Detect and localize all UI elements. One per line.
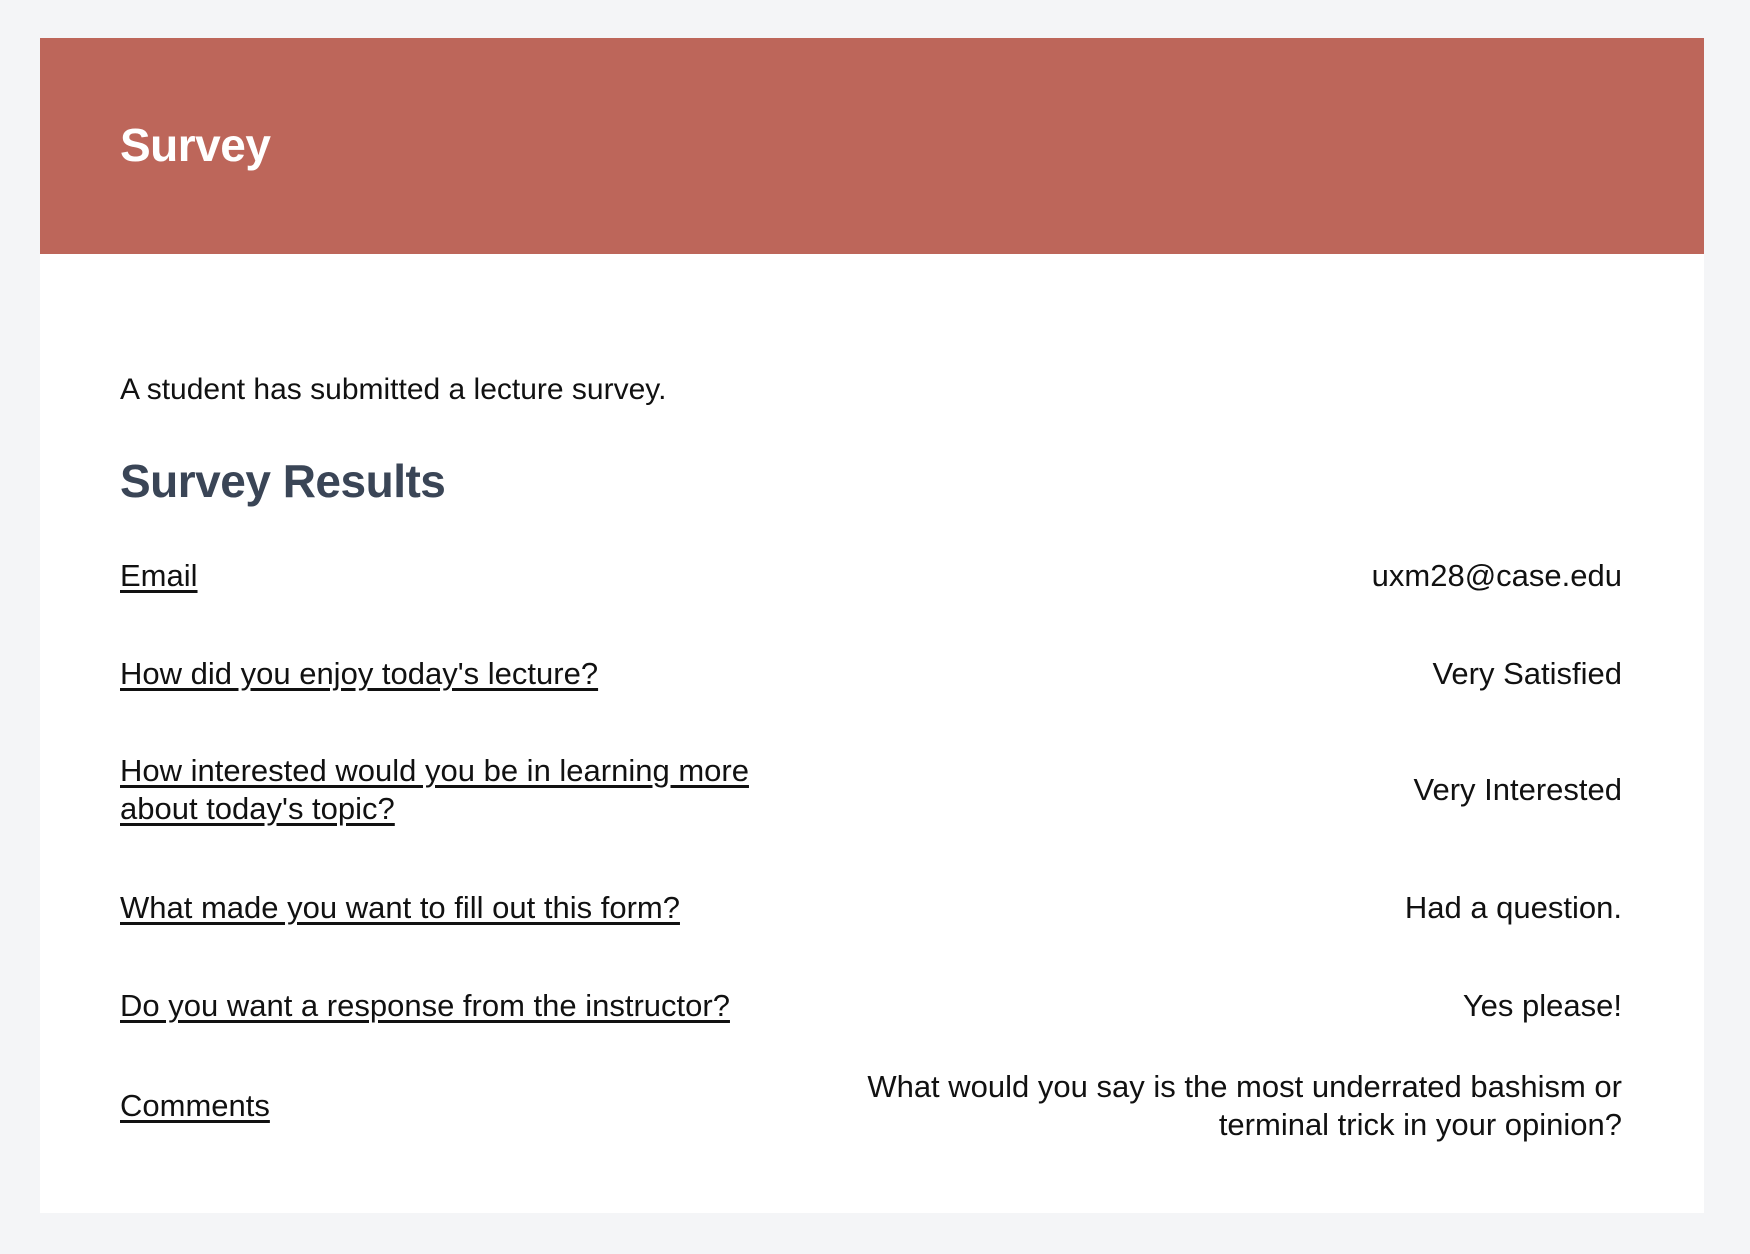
results-heading: Survey Results	[120, 455, 446, 507]
result-answer: Very Satisfied	[1432, 656, 1622, 691]
result-question: Email	[120, 558, 198, 593]
result-row-email: Email uxm28@case.edu	[120, 558, 1622, 594]
result-answer: Had a question.	[1404, 890, 1622, 925]
result-question: What made you want to fill out this form…	[120, 890, 680, 925]
result-question: How interested would you be in learning …	[120, 753, 749, 826]
result-row-interest: How interested would you be in learning …	[120, 752, 1622, 828]
header-banner: Survey	[40, 38, 1704, 254]
result-answer: What would you say is the most underrate…	[867, 1069, 1622, 1142]
result-answer: Very Interested	[1413, 772, 1622, 807]
result-row-motivation: What made you want to fill out this form…	[120, 890, 1622, 926]
result-answer: uxm28@case.edu	[1371, 558, 1622, 593]
result-question: Comments	[120, 1088, 270, 1123]
page-title: Survey	[120, 119, 271, 171]
result-row-response: Do you want a response from the instruct…	[120, 988, 1622, 1024]
result-answer: Yes please!	[1462, 988, 1622, 1023]
email-card: Survey A student has submitted a lecture…	[40, 38, 1704, 1213]
result-row-comments: Comments What would you say is the most …	[120, 1068, 1622, 1144]
result-row-enjoyment: How did you enjoy today's lecture? Very …	[120, 656, 1622, 692]
results-table: Email uxm28@case.edu How did you enjoy t…	[120, 558, 1622, 1144]
result-question: Do you want a response from the instruct…	[120, 988, 730, 1023]
result-question: How did you enjoy today's lecture?	[120, 656, 599, 691]
intro-text: A student has submitted a lecture survey…	[120, 373, 667, 406]
